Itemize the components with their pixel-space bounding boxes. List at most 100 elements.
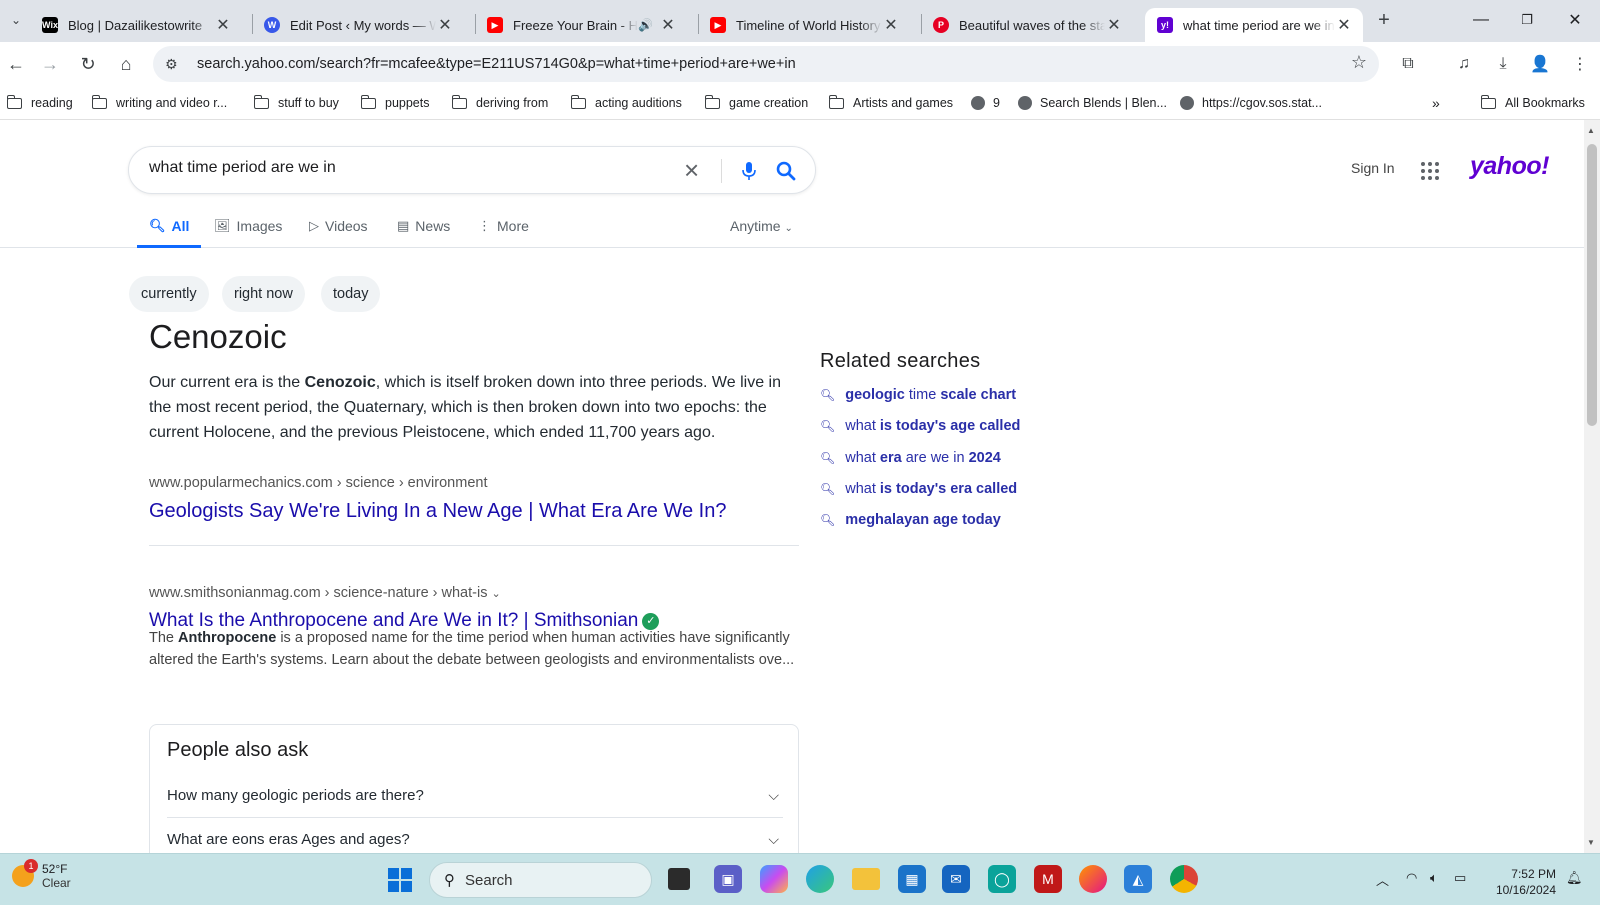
teams-icon[interactable]: ▣ — [714, 865, 742, 893]
back-icon[interactable]: ← — [0, 48, 32, 80]
close-tab-icon[interactable]: ✕ — [214, 15, 232, 35]
wifi-icon[interactable]: ◠ — [1406, 870, 1417, 886]
chrome-icon[interactable] — [1170, 865, 1198, 893]
volume-icon[interactable]: 🔈︎ — [1430, 870, 1438, 886]
browser-tab-4[interactable]: ▶ Timeline of World History | Years ✕ — [698, 8, 910, 42]
bookmark-search-blends[interactable]: Search Blends | Blen... — [1018, 93, 1167, 113]
bookmark-folder-acting[interactable]: acting auditions — [570, 93, 682, 113]
bookmark-folder-stuff[interactable]: stuff to buy — [253, 93, 339, 113]
site-info-icon[interactable]: ⚙ — [165, 56, 189, 73]
browser-tab-5[interactable]: P Beautiful waves of the starry night ✕ — [921, 8, 1133, 42]
browser-menu-icon[interactable]: ⋮ — [1566, 50, 1594, 78]
related-search-item[interactable]: 🔍︎ what is today's age called — [820, 418, 1020, 434]
scroll-down-icon[interactable]: ▼ — [1587, 838, 1595, 847]
page-scrollbar[interactable]: ▲ ▼ — [1584, 120, 1600, 853]
tab-search-chevron-icon[interactable]: ⌄ — [0, 4, 32, 36]
related-search-item[interactable]: 🔍︎ meghalayan age today — [820, 512, 1001, 528]
result-source-url[interactable]: www.smithsonianmag.com › science-nature … — [149, 585, 501, 601]
tab-news[interactable]: ▤ News — [397, 218, 450, 248]
sign-in-link[interactable]: Sign In — [1351, 160, 1395, 176]
window-close-icon[interactable]: ✕ — [1552, 0, 1598, 40]
scrollbar-thumb[interactable] — [1587, 144, 1597, 426]
close-tab-icon[interactable]: ✕ — [659, 15, 677, 35]
edge-icon[interactable] — [806, 865, 834, 893]
search-icon[interactable] — [776, 161, 796, 181]
chip-currently[interactable]: currently — [129, 276, 209, 312]
app-teal-icon[interactable]: ◯ — [988, 865, 1016, 893]
system-clock[interactable]: 7:52 PM 10/16/2024 — [1480, 866, 1556, 898]
mail-icon[interactable]: ✉ — [942, 865, 970, 893]
address-url[interactable]: search.yahoo.com/search?fr=mcafee&type=E… — [197, 56, 796, 72]
forward-icon[interactable]: → — [34, 48, 66, 80]
media-control-icon[interactable]: ♫ — [1450, 50, 1478, 78]
paa-question[interactable]: How many geologic periods are there? ⌵ — [167, 773, 783, 817]
browser-tab-1[interactable]: Wix Blog | Dazailikestowrite ✕ — [30, 8, 242, 42]
related-search-item[interactable]: 🔍︎ what is today's era called — [820, 481, 1017, 497]
yahoo-logo[interactable]: yahoo! — [1470, 152, 1549, 181]
more-bookmarks-icon[interactable]: » — [1432, 93, 1440, 113]
clear-search-icon[interactable]: × — [684, 155, 699, 185]
scroll-up-icon[interactable]: ▲ — [1587, 126, 1595, 135]
downloads-icon[interactable]: ⤓ — [1489, 50, 1517, 78]
bookmark-folder-writing[interactable]: writing and video r... — [91, 93, 227, 113]
paa-question[interactable]: What are eons eras Ages and ages? ⌵ — [167, 817, 783, 853]
windows-start-icon[interactable] — [388, 868, 412, 892]
store-icon[interactable]: ▦ — [898, 865, 926, 893]
close-tab-icon[interactable]: ✕ — [436, 15, 454, 35]
bookmark-9[interactable]: 9 — [971, 93, 1000, 113]
search-input[interactable] — [149, 159, 669, 177]
browser-tab-3[interactable]: ▶ Freeze Your Brain - Heathers 🔊 ✕ — [475, 8, 687, 42]
home-icon[interactable]: ⌂ — [110, 48, 142, 80]
bookmark-folder-artists[interactable]: Artists and games — [828, 93, 953, 113]
all-bookmarks[interactable]: All Bookmarks — [1480, 93, 1585, 113]
mcafee-icon[interactable]: M — [1034, 865, 1062, 893]
photos-icon[interactable]: ◭ — [1124, 865, 1152, 893]
chip-right-now[interactable]: right now — [222, 276, 305, 312]
chevron-down-icon[interactable]: ⌄ — [491, 588, 500, 600]
bookmark-folder-puppets[interactable]: puppets — [360, 93, 429, 113]
battery-icon[interactable]: ▭ — [1454, 870, 1466, 886]
bookmark-cgov[interactable]: https://cgov.sos.stat... — [1180, 93, 1322, 113]
bookmark-folder-reading[interactable]: reading — [6, 93, 73, 113]
chevron-down-icon[interactable]: ⌵ — [768, 831, 779, 848]
bookmark-folder-game[interactable]: game creation — [704, 93, 808, 113]
tab-images[interactable]: 🖼︎ Images — [214, 218, 282, 248]
tab-more[interactable]: ⋮ More — [478, 218, 529, 248]
tab-videos[interactable]: ▷ Videos — [309, 218, 368, 248]
reload-icon[interactable]: ↻ — [72, 48, 104, 80]
new-tab-icon[interactable]: + — [1368, 4, 1400, 36]
taskbar-search[interactable]: ⚲ Search — [429, 862, 652, 898]
file-explorer-icon[interactable] — [852, 868, 880, 890]
task-view-icon[interactable] — [668, 868, 690, 890]
browser-tab-2[interactable]: W Edit Post ‹ My words — WordPress ✕ — [252, 8, 464, 42]
result-title-link[interactable]: Geologists Say We're Living In a New Age… — [149, 500, 726, 523]
close-tab-icon[interactable]: ✕ — [1105, 15, 1123, 35]
address-bar[interactable]: ⚙ search.yahoo.com/search?fr=mcafee&type… — [153, 46, 1379, 82]
chevron-down-icon[interactable]: ⌵ — [768, 787, 779, 804]
microphone-icon[interactable] — [741, 161, 757, 181]
extensions-icon[interactable]: ⧉ — [1394, 50, 1422, 78]
notification-bell-icon[interactable]: 🔔︎ — [1566, 870, 1583, 886]
browser-tab-title: Blog | Dazailikestowrite — [68, 17, 203, 33]
related-search-item[interactable]: 🔍︎ geologic time scale chart — [820, 387, 1016, 403]
browser-tab-6-active[interactable]: y! what time period are we in - Yahoo ✕ — [1145, 8, 1363, 42]
tab-all[interactable]: 🔍︎ All — [137, 218, 202, 248]
search-box[interactable]: × — [128, 146, 816, 194]
bookmark-folder-deriving[interactable]: deriving from — [451, 93, 548, 113]
restore-icon[interactable]: ❐ — [1504, 0, 1550, 40]
anytime-filter[interactable]: Anytime ⌄ — [730, 218, 793, 234]
chip-today[interactable]: today — [321, 276, 381, 312]
bookmark-star-icon[interactable]: ☆ — [1351, 52, 1367, 73]
profile-avatar-icon[interactable]: 👤 — [1526, 50, 1554, 78]
minimize-icon[interactable]: — — [1458, 0, 1504, 40]
speaker-icon[interactable]: 🔊 — [638, 18, 653, 32]
tray-chevron-icon[interactable]: ︿ — [1376, 870, 1389, 889]
related-search-item[interactable]: 🔍︎ what era are we in 2024 — [820, 450, 1001, 466]
result-source-url[interactable]: www.popularmechanics.com › science › env… — [149, 475, 487, 491]
weather-widget[interactable]: 1 52°F Clear — [12, 859, 71, 890]
close-tab-icon[interactable]: ✕ — [882, 15, 900, 35]
close-tab-icon[interactable]: ✕ — [1335, 15, 1353, 35]
copilot-icon[interactable] — [760, 865, 788, 893]
apps-grid-icon[interactable] — [1421, 162, 1439, 180]
firefox-icon[interactable] — [1079, 865, 1107, 893]
